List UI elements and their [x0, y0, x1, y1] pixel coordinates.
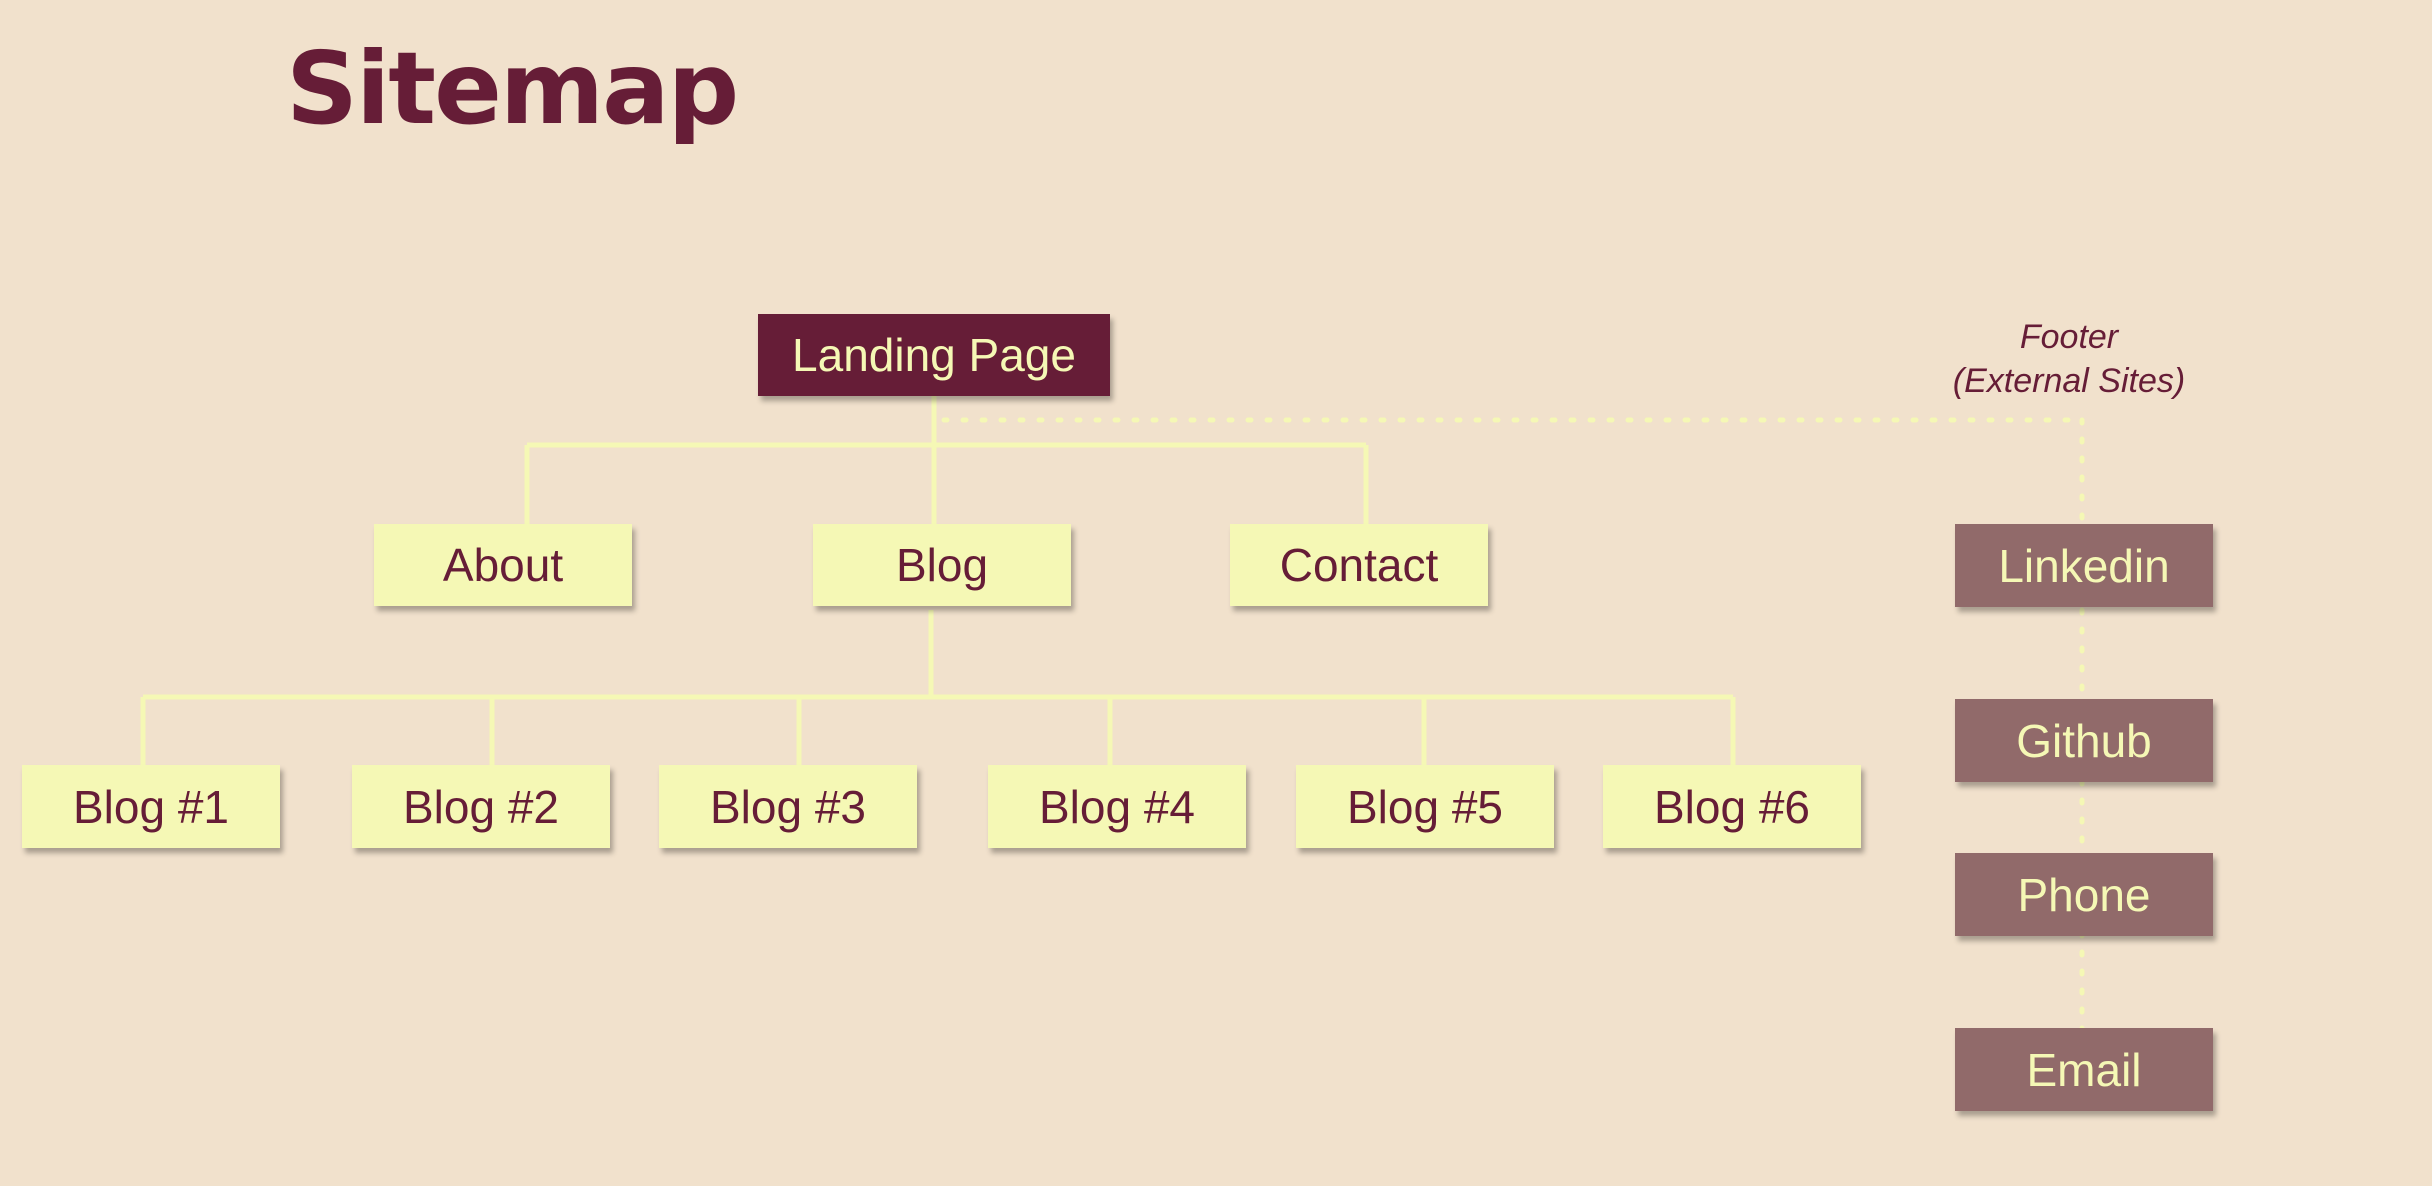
external-link-github[interactable]: Github — [1955, 699, 2213, 782]
external-link-phone[interactable]: Phone — [1955, 853, 2213, 936]
node-blog-2[interactable]: Blog #2 — [352, 765, 610, 848]
footer-label: Footer (External Sites) — [1920, 315, 2218, 403]
node-blog-3[interactable]: Blog #3 — [659, 765, 917, 848]
node-contact[interactable]: Contact — [1230, 524, 1488, 606]
node-about[interactable]: About — [374, 524, 632, 606]
external-link-linkedin[interactable]: Linkedin — [1955, 524, 2213, 607]
footer-label-line-1: Footer — [2019, 318, 2119, 356]
external-link-email[interactable]: Email — [1955, 1028, 2213, 1111]
footer-label-line-2: (External Sites) — [1952, 362, 2186, 400]
node-blog[interactable]: Blog — [813, 524, 1071, 606]
node-landing-page[interactable]: Landing Page — [758, 314, 1110, 396]
node-blog-1[interactable]: Blog #1 — [22, 765, 280, 848]
node-blog-5[interactable]: Blog #5 — [1296, 765, 1554, 848]
node-blog-6[interactable]: Blog #6 — [1603, 765, 1861, 848]
node-blog-4[interactable]: Blog #4 — [988, 765, 1246, 848]
